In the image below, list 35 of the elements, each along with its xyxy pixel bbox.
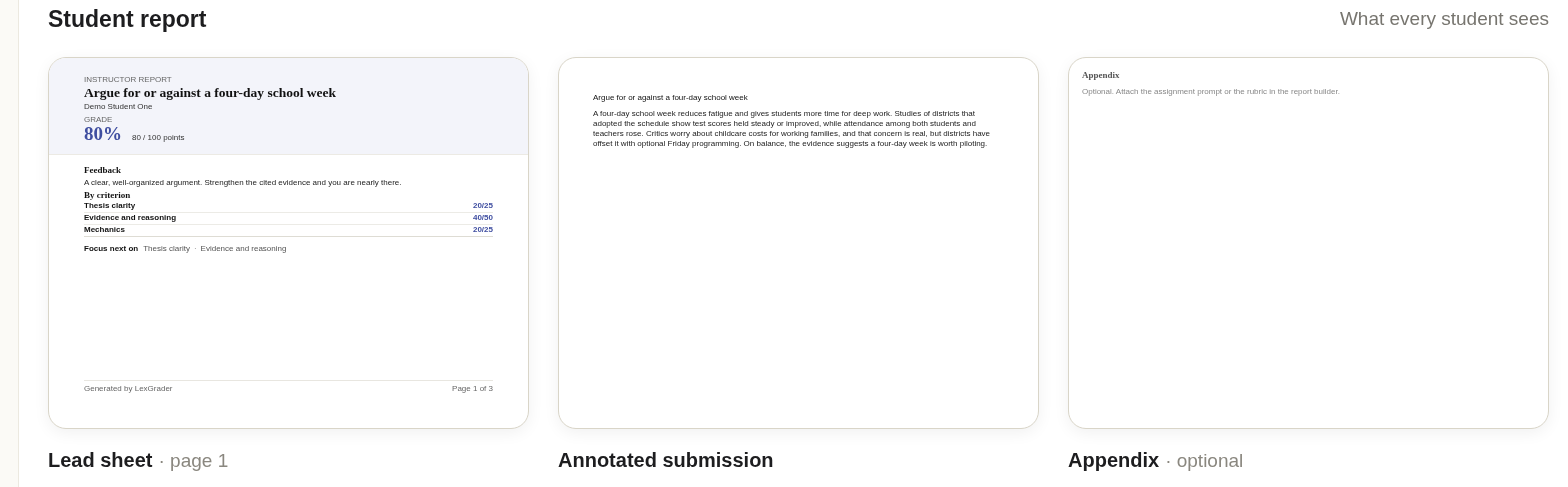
grade-value: 80% [84,123,122,144]
page-preview[interactable] [558,57,1039,429]
page-number: Page 1 of 3 [452,383,493,395]
focus-item: Evidence and reasoning [200,242,287,255]
footer-text: Generated by LexGrader [84,383,173,395]
criterion-name: Mechanics [84,224,125,237]
appendix-note: Optional. Attach the assignment prompt or the rubric in the report builder. [1082,85,1341,98]
criterion-score: 20/25 [472,224,493,237]
submission-title: Argue for or against a four-day school week [593,92,749,104]
grade-label: GRADE [84,114,114,124]
page-preview[interactable] [48,57,529,429]
page-caption: Appendix [1068,448,1160,473]
student-name: Demo Student One [84,101,154,112]
page-note: · page 1 [158,449,229,473]
report-eyebrow: INSTRUCTOR REPORT [84,75,173,84]
page-caption: Lead sheet [48,448,153,473]
points-text: 80 / 100 points [132,131,185,144]
page-caption: Annotated submission [558,448,774,473]
criteria-heading: By criterion [84,189,132,201]
focus-label: Focus next on [84,242,139,255]
section-subtitle: What every student sees [1339,7,1549,32]
criterion-score: 40/50 [472,212,493,225]
criterion-name: Evidence and reasoning [84,212,177,225]
page-preview[interactable]: Appendix Optional. Attach the assignment prompt or the rubric in the report builder. [1068,57,1549,429]
report-title: Argue for or against a four-day school week [84,85,338,102]
focus-item: Thesis clarity [143,242,190,255]
criterion-score: 20/25 [472,200,493,213]
criterion-name: Thesis clarity [84,200,136,213]
section-title: Student report [48,5,207,35]
appendix-heading: Appendix [1082,69,1121,82]
feedback-text: A clear, well-organized argument. Strengthen the cited evidence and you are nearly there. [84,177,403,188]
feedback-heading: Feedback [84,164,122,176]
submission-text: A four-day school week reduces fatigue and gives students more time for deep work. Studies of districts that adopted the schedule show test scores held steady or improved, while attendance among both students and teachers rose. Critics worry about childcare costs for working families, and that concern is real, but districts have offset it with optional Friday programming. On balance, the evidence suggests a four-day week is worth piloting. [593,109,992,149]
page-note: · optional [1165,449,1244,473]
separator-dot: · [193,242,197,255]
